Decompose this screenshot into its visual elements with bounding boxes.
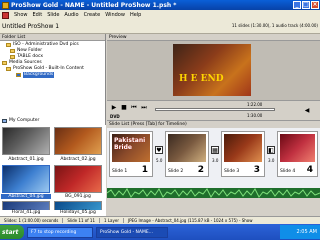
track-label: DVD	[110, 114, 120, 119]
menu-help[interactable]: Help	[130, 12, 141, 18]
file-name: Abstract_01.jpg	[8, 157, 44, 162]
slide-thumbnail	[224, 134, 262, 162]
clock: 2:05 AM	[296, 229, 317, 235]
slide-thumbnail: Pakistani Bride	[112, 134, 150, 162]
slide-number: 2	[197, 165, 204, 175]
tree-item[interactable]: My Computer	[2, 118, 103, 124]
slide-number: 4	[306, 165, 313, 175]
transition-heart-icon[interactable]: ♥	[155, 146, 163, 154]
transition-duration: 3.0	[212, 158, 219, 163]
folder-icon	[2, 61, 7, 65]
playback-scrubber[interactable]	[155, 108, 275, 111]
transition-duration: 5.0	[156, 158, 163, 163]
status-bar: Slides: 1 (1:00.00) seconds Slide 11 of …	[0, 216, 320, 224]
file-name: Floral_41.jpg	[1, 210, 51, 215]
minimize-button[interactable]: _	[293, 1, 301, 9]
slide-label: Slide 1	[112, 169, 128, 174]
preview-overlay-text: H E END	[179, 74, 224, 84]
folder-list-header: Folder List	[0, 34, 105, 41]
app-menu-icon[interactable]	[2, 11, 9, 19]
slide-list-header: Slide List (Press [Tab] for Timeline)	[107, 120, 320, 128]
transition-icon[interactable]: ◧	[267, 146, 275, 154]
start-button[interactable]: start	[0, 225, 24, 239]
maximize-button[interactable]: □	[302, 1, 310, 9]
folder-icon	[10, 49, 15, 53]
volume-icon[interactable]: ◀	[303, 107, 311, 115]
preview-image[interactable]: H E END	[173, 44, 251, 96]
slide-overlay-text: Pakistani Bride	[114, 137, 146, 151]
menu-create[interactable]: Create	[84, 12, 101, 18]
slide-number: 1	[141, 165, 148, 175]
status-position: Slide 11 of 11	[63, 218, 100, 223]
menu-edit[interactable]: Edit	[33, 12, 43, 18]
previous-button[interactable]: ⏮	[130, 104, 138, 112]
taskbar-item[interactable]: F7 to stop recording	[27, 226, 93, 238]
status-slides: Slides: 1 (1:00.00) seconds	[0, 218, 64, 223]
file-name-selected: Abstract_04.jpg	[1, 194, 51, 199]
slide-label: Slide 2	[168, 169, 184, 174]
right-pane: Preview H E END ▶ ■ ⏮ ⏭ 1:22.00 1:30.00 …	[107, 34, 320, 216]
window-title: ProShow Gold - NAME - Untitled ProShow 1…	[11, 1, 177, 9]
slide-label: Slide 4	[280, 169, 296, 174]
stop-button[interactable]: ■	[120, 104, 128, 112]
taskbar: start F7 to stop recording ProShow Gold …	[0, 224, 320, 240]
title-bar: ProShow Gold - NAME - Untitled ProShow 1…	[0, 0, 320, 10]
time-total: 1:30.00	[247, 113, 263, 118]
slide-card[interactable]: Slide 3 3	[221, 131, 265, 177]
play-button[interactable]: ▶	[110, 104, 118, 112]
file-name: BG_091.jpg	[65, 194, 91, 199]
slide-thumbnail	[168, 134, 206, 162]
close-button[interactable]: ×	[311, 1, 319, 9]
status-file: JPEG Image - Abstract_04.jpg (115.87 kB …	[127, 218, 253, 223]
slide-card[interactable]: Slide 4 4	[277, 131, 318, 177]
project-counts: 11 slides (1:30.00), 1 audio track (4:00…	[231, 23, 318, 28]
folder-icon	[6, 43, 11, 47]
file-thumb[interactable]	[54, 127, 102, 155]
left-pane: Folder List ISO - Administrative Dvd pic…	[0, 34, 106, 216]
system-tray: 2:05 AM	[280, 225, 320, 239]
folder-icon	[6, 67, 11, 71]
file-name: Abstract_02.jpg	[60, 157, 96, 162]
file-name: Holidays_05.jpg	[53, 210, 103, 215]
computer-icon	[2, 119, 7, 123]
slide-list: Pakistani Bride Slide 1 1 ♥ 5.0 Slide 2 …	[107, 128, 320, 188]
folder-icon	[10, 55, 15, 59]
next-button[interactable]: ⏭	[140, 104, 148, 112]
taskbar-item-active[interactable]: ProShow Gold - NAME...	[96, 226, 168, 238]
folder-icon	[16, 73, 21, 77]
transition-duration: 3.0	[268, 158, 275, 163]
tree-item-selected[interactable]: Backgrounds	[2, 72, 103, 78]
transition-icon[interactable]: ▦	[211, 146, 219, 154]
audio-waveform[interactable]	[107, 188, 320, 198]
preview-header: Preview	[107, 34, 320, 41]
file-thumb-selected[interactable]	[2, 165, 50, 193]
waveform-graphic	[107, 188, 320, 198]
menu-window[interactable]: Window	[105, 12, 125, 18]
status-layers: 1 Layer	[100, 218, 124, 223]
file-thumb[interactable]	[2, 127, 50, 155]
file-thumb[interactable]	[54, 165, 102, 193]
slide-card[interactable]: Pakistani Bride Slide 1 1	[109, 131, 153, 177]
menu-show[interactable]: Show	[14, 12, 28, 18]
app-icon	[2, 1, 9, 9]
menu-audio[interactable]: Audio	[64, 12, 78, 18]
slide-label: Slide 3	[224, 169, 240, 174]
preview-pane: Preview H E END	[107, 34, 320, 100]
menu-slide[interactable]: Slide	[47, 12, 59, 18]
menu-bar: Show Edit Slide Audio Create Window Help	[0, 10, 320, 20]
transport-bar: ▶ ■ ⏮ ⏭ 1:22.00 1:30.00 DVD ◀	[107, 100, 320, 120]
project-bar: Untitled ProShow 1 11 slides (1:30.00), …	[0, 20, 320, 34]
file-grid: Abstract_01.jpg Abstract_02.jpg Abstract…	[0, 125, 106, 216]
slide-thumbnail	[280, 134, 315, 162]
folder-tree: ISO - Administrative Dvd pics New Folder…	[0, 41, 105, 124]
project-name: Untitled ProShow 1	[2, 23, 60, 30]
slide-card[interactable]: Slide 2 2	[165, 131, 209, 177]
time-current: 1:22.00	[247, 102, 263, 107]
slide-number: 3	[253, 165, 260, 175]
